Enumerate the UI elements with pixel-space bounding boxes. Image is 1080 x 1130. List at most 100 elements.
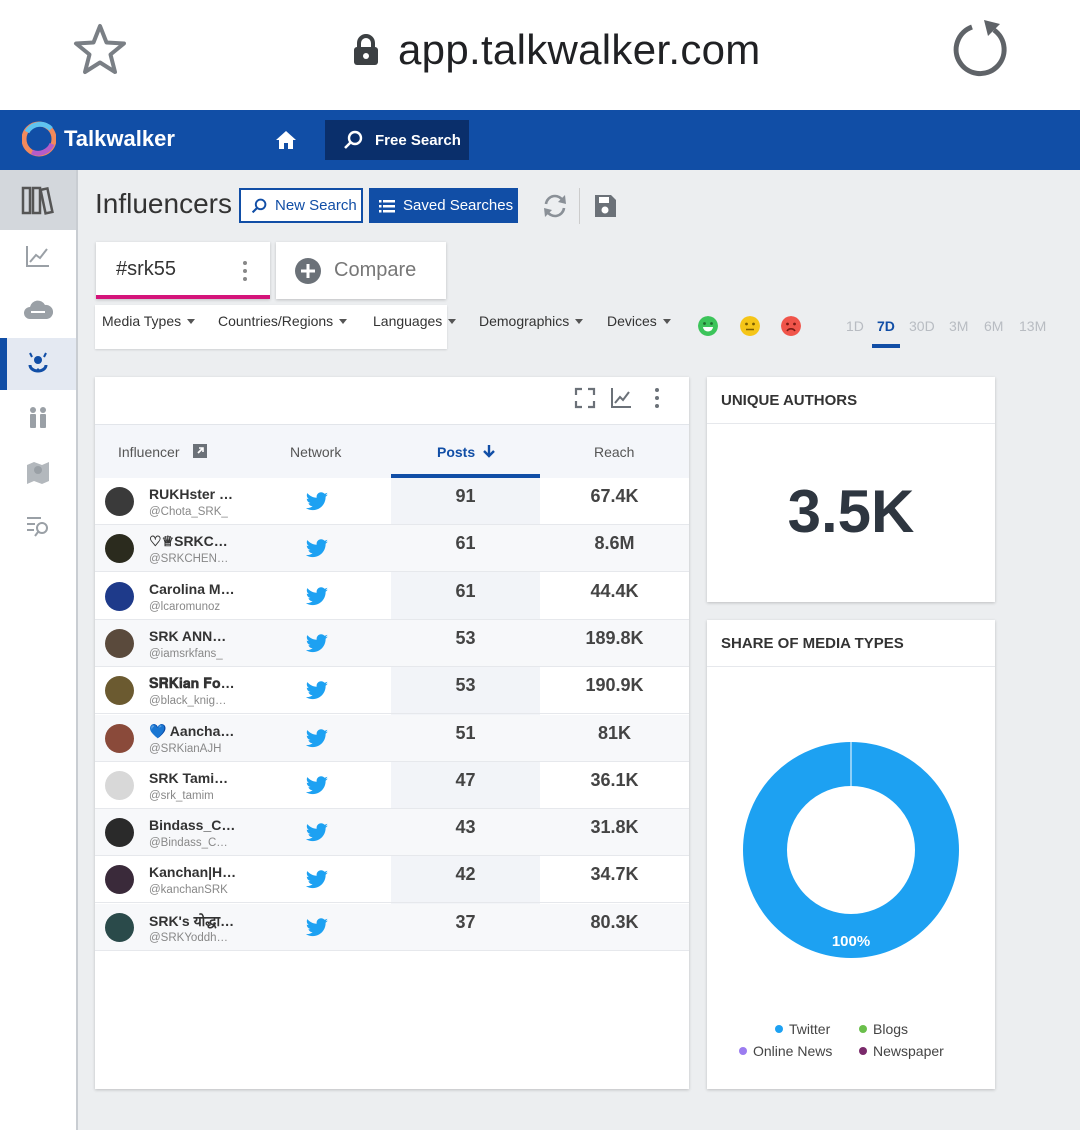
free-search-button[interactable]: Free Search	[325, 120, 469, 160]
influencer-name[interactable]: SRK ANNO…	[149, 628, 237, 644]
legend-newspaper[interactable]: Newspaper	[859, 1043, 944, 1059]
saved-searches-button[interactable]: Saved Searches	[369, 188, 518, 223]
bookmark-star-icon[interactable]	[72, 22, 128, 78]
avatar[interactable]	[105, 581, 134, 611]
avatar[interactable]	[105, 865, 134, 895]
influencer-name[interactable]: RUKHster …	[149, 486, 237, 502]
twitter-icon[interactable]	[305, 634, 329, 654]
legend-dot	[739, 1047, 747, 1055]
influencer-name[interactable]: Kanchan|H…	[149, 864, 237, 880]
influencer-name[interactable]: SRK Tami…	[149, 770, 237, 786]
negative-sentiment-icon[interactable]	[781, 316, 801, 336]
range-6m[interactable]: 6M	[984, 318, 1003, 334]
fullscreen-icon[interactable]	[573, 386, 597, 410]
sidebar-item-library[interactable]	[0, 170, 76, 230]
twitter-icon[interactable]	[305, 823, 329, 843]
sidebar-item-trends[interactable]	[0, 228, 76, 284]
avatar[interactable]	[105, 818, 134, 848]
table-row[interactable]: 💙 Aancha… @SRKianAJH 51 81K	[95, 714, 689, 762]
table-row[interactable]: RUKHster … @Chota_SRK_ 91 67.4K	[95, 478, 689, 525]
more-vertical-icon[interactable]	[645, 386, 669, 410]
filter-media-types[interactable]: Media Types	[102, 313, 196, 329]
sidebar-item-influencers[interactable]	[0, 338, 76, 390]
list-search-icon	[27, 517, 48, 537]
avatar[interactable]	[105, 912, 134, 942]
filter-devices[interactable]: Devices	[607, 313, 671, 329]
twitter-icon[interactable]	[305, 586, 329, 607]
column-influencer[interactable]: Influencer	[118, 444, 208, 460]
donut-data-label: 100%	[832, 933, 870, 950]
twitter-icon[interactable]	[305, 539, 329, 559]
influencer-name[interactable]: 💙 Aancha…	[149, 723, 237, 740]
new-search-button[interactable]: New Search	[239, 188, 363, 223]
column-network[interactable]: Network	[290, 444, 341, 460]
avatar[interactable]	[105, 723, 134, 753]
twitter-icon[interactable]	[305, 492, 329, 512]
avatar[interactable]	[105, 628, 134, 658]
range-3m[interactable]: 3M	[949, 318, 968, 334]
range-30d[interactable]: 30D	[909, 318, 935, 334]
filter-countries-regions[interactable]: Countries/Regions	[218, 313, 348, 329]
twitter-icon[interactable]	[305, 681, 329, 701]
export-icon[interactable]	[193, 444, 208, 458]
legend-online-news[interactable]: Online News	[739, 1043, 832, 1059]
influencer-name[interactable]: SRK's योद्धा(…	[149, 912, 237, 931]
chart-view-icon[interactable]	[609, 386, 633, 410]
table-row[interactable]: Bindass_C… @Bindass_C… 43 31.8K	[95, 809, 689, 857]
map-icon	[27, 462, 49, 484]
positive-sentiment-icon[interactable]	[698, 316, 718, 336]
table-row[interactable]: SRK Tami… @srk_tamim 47 36.1K	[95, 762, 689, 809]
influencer-name[interactable]: Carolina M…	[149, 581, 237, 597]
avatar[interactable]	[105, 534, 134, 564]
twitter-icon[interactable]	[305, 917, 329, 938]
reload-icon[interactable]	[950, 18, 1012, 80]
neutral-sentiment-icon[interactable]	[740, 316, 760, 336]
influencer-name[interactable]: 𝐒𝐑𝐊𝐢𝐚𝐧 𝐅𝐨…	[149, 675, 237, 692]
more-vertical-icon[interactable]	[242, 260, 248, 282]
range-7d[interactable]: 7D	[877, 318, 895, 334]
legend-dot	[859, 1047, 867, 1055]
influencer-name[interactable]: ♡♕SRKC…	[149, 533, 237, 550]
twitter-icon[interactable]	[305, 728, 329, 749]
range-13m[interactable]: 13M	[1019, 318, 1046, 334]
table-row[interactable]: Kanchan|H… @kanchanSRK 42 34.7K	[95, 856, 689, 904]
column-posts[interactable]: Posts	[437, 444, 495, 460]
reach-value: 190.9K	[585, 675, 644, 696]
sidebar-item-demographics[interactable]	[0, 390, 76, 446]
table-row[interactable]: 𝐒𝐑𝐊𝐢𝐚𝐧 𝐅𝐨… @black_knig… 53 190.9K	[95, 667, 689, 715]
address-bar[interactable]: app.talkwalker.com	[352, 22, 761, 78]
people-icon	[30, 407, 46, 428]
sidebar-item-cloud[interactable]	[0, 282, 76, 338]
save-icon[interactable]	[590, 191, 620, 221]
table-row[interactable]: SRK's योद्धा(… @SRKYoddh… 37 80.3K	[95, 903, 689, 951]
avatar[interactable]	[105, 770, 134, 800]
legend-dot	[775, 1025, 783, 1033]
avatar[interactable]	[105, 487, 134, 516]
refresh-icon[interactable]	[540, 191, 570, 221]
query-tab-srk55[interactable]: #srk55	[96, 242, 270, 299]
filter-demographics[interactable]: Demographics	[479, 313, 584, 329]
filter-languages[interactable]: Languages	[373, 313, 457, 329]
twitter-icon[interactable]	[305, 776, 329, 796]
talkwalker-logo[interactable]: Talkwalker	[22, 120, 175, 158]
reach-value: 80.3K	[590, 911, 639, 932]
column-reach[interactable]: Reach	[594, 444, 634, 460]
posts-value: 37	[455, 911, 476, 932]
avatar[interactable]	[105, 676, 134, 706]
donut-slice-twitter[interactable]	[743, 742, 959, 958]
sidebar-item-search-list[interactable]	[0, 498, 76, 554]
influencer-handle: @Chota_SRK_	[149, 506, 228, 518]
table-row[interactable]: SRK ANNO… @iamsrkfans_ 53 189.8K	[95, 619, 689, 667]
reach-value: 34.7K	[590, 864, 639, 885]
compare-button[interactable]: Compare	[276, 242, 446, 299]
twitter-icon[interactable]	[305, 870, 329, 890]
influencer-name[interactable]: Bindass_C…	[149, 817, 237, 833]
influencer-handle: @srk_tamim	[149, 789, 214, 802]
legend-blogs[interactable]: Blogs	[859, 1021, 908, 1037]
range-1d[interactable]: 1D	[846, 318, 864, 334]
home-button[interactable]	[270, 124, 302, 156]
table-row[interactable]: ♡♕SRKC… @SRKCHEN… 61 8.6M	[95, 525, 689, 573]
legend-twitter[interactable]: Twitter	[775, 1021, 830, 1037]
sidebar-item-map[interactable]	[0, 444, 76, 500]
table-row[interactable]: Carolina M… @lcaromunoz 61 44.4K	[95, 573, 689, 620]
